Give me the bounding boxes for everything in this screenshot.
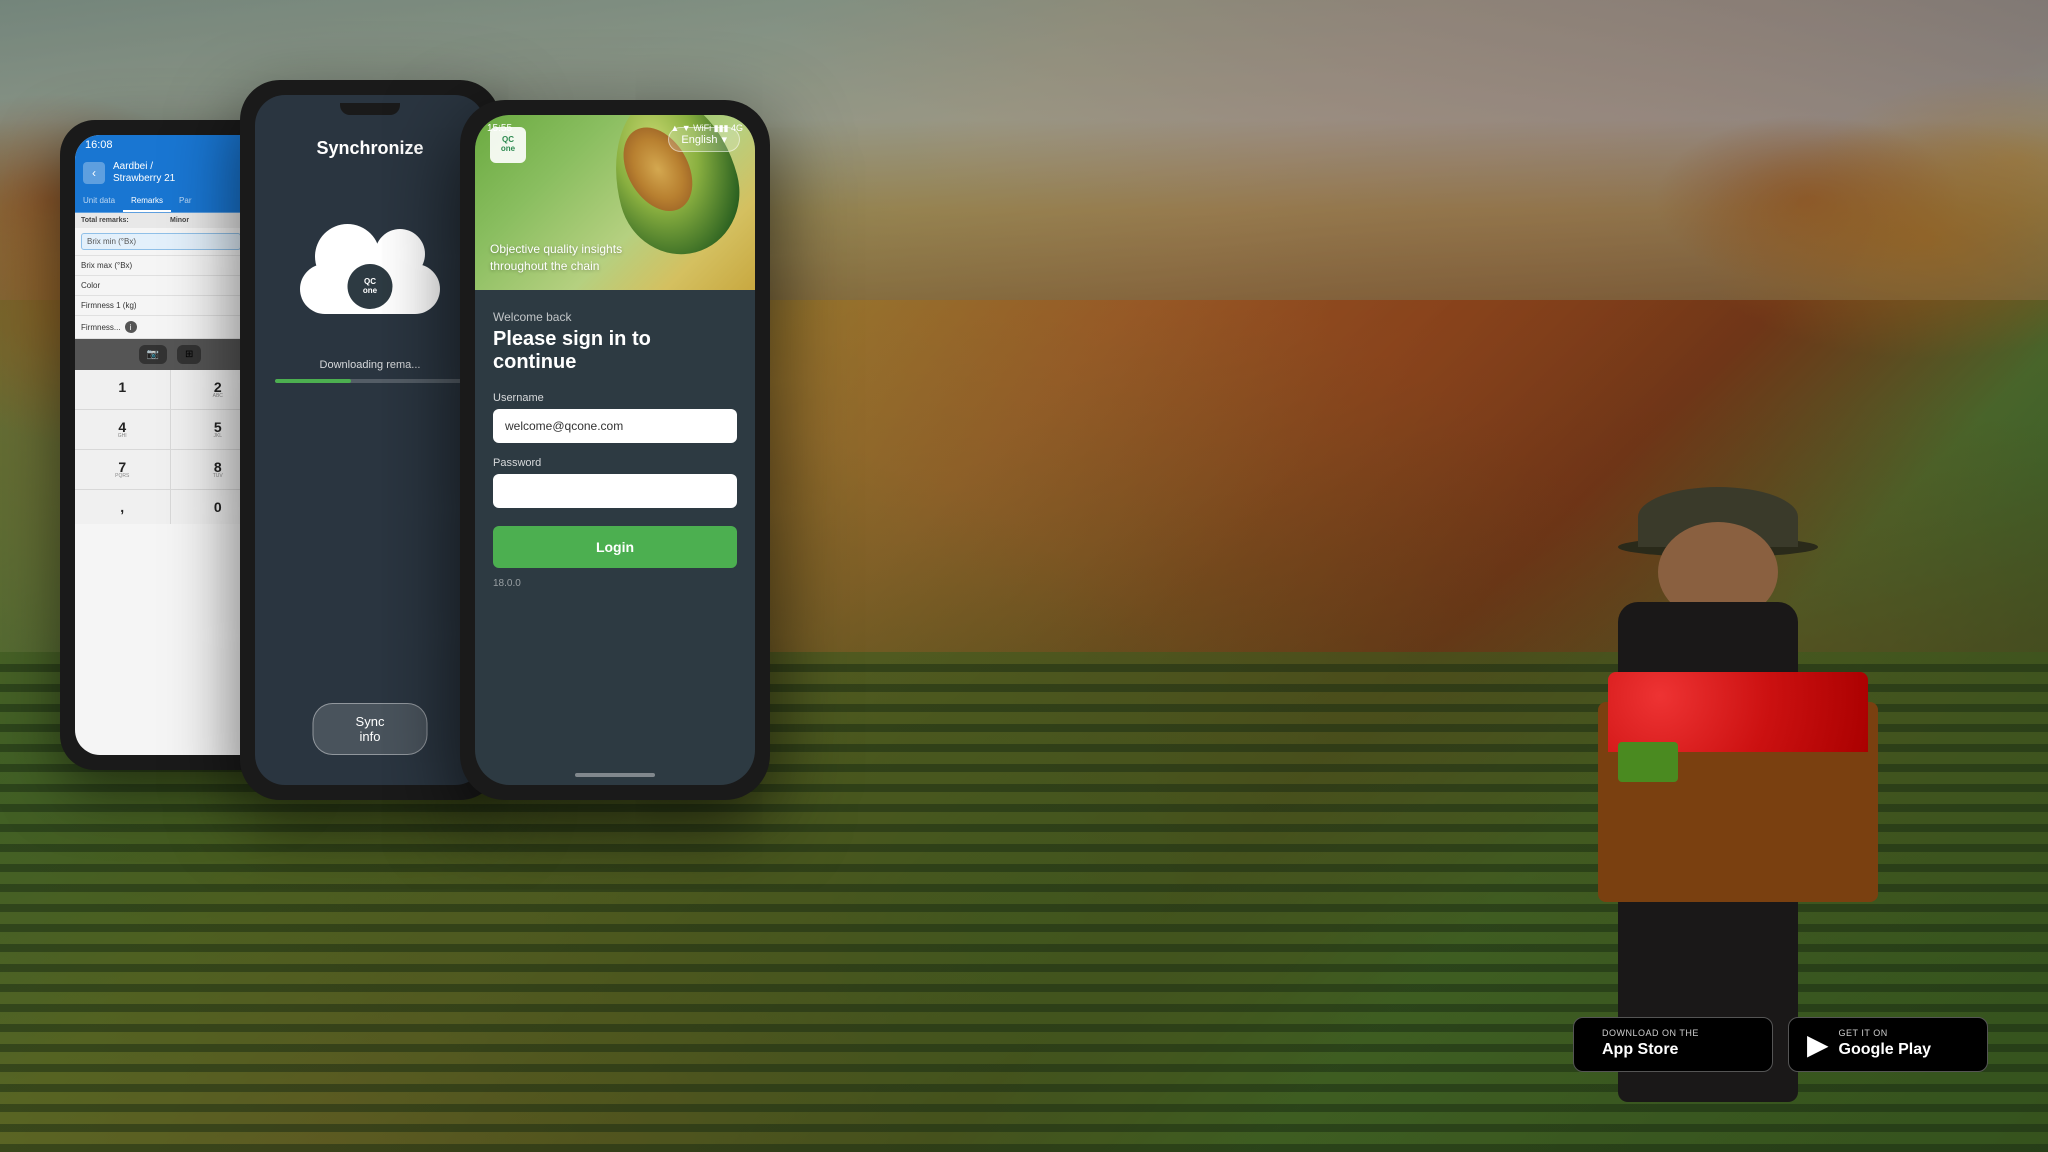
chevron-down-icon: ▾: [721, 133, 727, 146]
row-color: Color: [75, 276, 265, 296]
phone1-nav-bar: ‹ Aardbei / Strawberry 21: [75, 155, 265, 191]
phone1-content: Total remarks: Minor Brix min (°Bx) Brix…: [75, 213, 265, 339]
back-button[interactable]: ‹: [83, 162, 105, 184]
camera-bar: 📷 ⊞: [75, 339, 265, 370]
avocado-banner: 15:55 ▲ ▼ WiFi ▮▮▮ 4G QC one English ▾: [475, 115, 755, 290]
qc-brand: QC one: [490, 127, 526, 163]
app-store-buttons: Download on the App Store ▶ GET IT ON Go…: [1573, 1017, 1988, 1072]
tagline: Objective quality insights throughout th…: [490, 241, 622, 275]
language-button[interactable]: English ▾: [668, 127, 740, 152]
apple-store-main: App Store: [1602, 1040, 1699, 1061]
phone2-screen: Synchronize QC one Downloading rema... S…: [255, 95, 485, 785]
table-header: Total remarks: Minor: [75, 213, 265, 228]
google-play-icon: ▶: [1807, 1028, 1829, 1061]
qc-logo: QC one: [490, 127, 526, 163]
google-play-sub: GET IT ON: [1839, 1028, 1931, 1040]
phone1-tabs: Unit data Remarks Par: [75, 191, 265, 213]
key-comma[interactable]: ,: [75, 490, 170, 524]
tab-par[interactable]: Par: [171, 191, 199, 212]
key-1-number: 1: [85, 380, 160, 394]
key-4-number: 4: [85, 420, 160, 434]
row-brix-min: Brix min (°Bx): [75, 228, 265, 256]
phones-container: 16:08 ‹ Aardbei / Strawberry 21 Unit dat…: [60, 80, 840, 860]
row-brix-max: Brix max (°Bx): [75, 256, 265, 276]
password-label: Password: [493, 457, 737, 469]
language-label: English: [681, 134, 717, 146]
phone1-title: Aardbei / Strawberry 21: [113, 161, 175, 185]
tagline-line2: throughout the chain: [490, 258, 622, 275]
sync-title: Synchronize: [255, 123, 485, 189]
key-1[interactable]: 1: [75, 370, 170, 409]
row-firmness1: Firmness 1 (kg): [75, 296, 265, 316]
phone1-screen: 16:08 ‹ Aardbei / Strawberry 21 Unit dat…: [75, 135, 265, 755]
login-button[interactable]: Login: [493, 526, 737, 568]
apple-app-store-button[interactable]: Download on the App Store: [1573, 1017, 1773, 1072]
progress-fill: [275, 379, 351, 383]
tagline-line1: Objective quality insights: [490, 241, 622, 258]
sync-button[interactable]: Sync info: [313, 703, 428, 755]
info-icon: i: [125, 321, 137, 333]
key-comma-symbol: ,: [85, 500, 160, 514]
firmness2-label: Firmness... i: [81, 319, 259, 335]
notch: [340, 103, 400, 115]
signin-title: Please sign in to continue: [493, 328, 737, 374]
google-play-button[interactable]: ▶ GET IT ON Google Play: [1788, 1017, 1988, 1072]
key-7[interactable]: 7 PQRS: [75, 450, 170, 489]
apple-store-text: Download on the App Store: [1602, 1028, 1699, 1060]
phone3-screen: 15:55 ▲ ▼ WiFi ▮▮▮ 4G QC one English ▾: [475, 115, 755, 785]
cloud-wrapper: QC one: [255, 209, 485, 329]
brix-min-input[interactable]: Brix min (°Bx): [81, 233, 241, 250]
welcome-text: Welcome back: [493, 310, 737, 324]
home-indicator: [575, 773, 655, 777]
tab-remarks[interactable]: Remarks: [123, 191, 171, 212]
camera-icon: 📷: [147, 349, 159, 360]
username-label: Username: [493, 392, 737, 404]
tab-unit-data[interactable]: Unit data: [75, 191, 123, 212]
brix-max-label: Brix max (°Bx): [81, 259, 259, 272]
strawberry-label: [1618, 742, 1678, 782]
cloud-icon: QC one: [300, 224, 440, 314]
qc-logo-line2: one: [501, 145, 515, 154]
strawberry-box: [1598, 702, 1878, 902]
scan-icon: ⊞: [185, 349, 193, 360]
login-area: Welcome back Please sign in to continue …: [475, 290, 755, 609]
strawberry-content: [1608, 672, 1868, 752]
col1-header: Total remarks:: [81, 217, 170, 224]
username-input[interactable]: [493, 409, 737, 443]
farmer-figure: [1528, 452, 1878, 1102]
version-text: 18.0.0: [493, 578, 737, 589]
progress-bar: [275, 379, 465, 383]
back-icon: ‹: [92, 166, 96, 180]
google-play-main: Google Play: [1839, 1040, 1931, 1061]
keypad: 1 2 ABC 4 GHI 5 JKL 7 PQRS: [75, 370, 265, 524]
phone1-title-line2: Strawberry 21: [113, 173, 175, 185]
phone2-status-bar: [255, 95, 485, 123]
row-firmness2: Firmness... i: [75, 316, 265, 339]
apple-store-sub: Download on the: [1602, 1028, 1699, 1040]
phone1-title-line1: Aardbei /: [113, 161, 175, 173]
firmness1-label: Firmness 1 (kg): [81, 299, 259, 312]
key-7-number: 7: [85, 460, 160, 474]
color-label: Color: [81, 279, 259, 292]
phone3-login: 15:55 ▲ ▼ WiFi ▮▮▮ 4G QC one English ▾: [460, 100, 770, 800]
google-play-text: GET IT ON Google Play: [1839, 1028, 1931, 1060]
password-input[interactable]: [493, 474, 737, 508]
phone1-status-bar: 16:08: [75, 135, 265, 155]
camera-button[interactable]: 📷: [139, 345, 167, 364]
downloading-text: Downloading rema...: [255, 339, 485, 379]
key-4[interactable]: 4 GHI: [75, 410, 170, 449]
qc-logo-in-cloud: QC one: [348, 264, 393, 309]
phone1-time: 16:08: [85, 139, 113, 151]
scan-button[interactable]: ⊞: [177, 345, 201, 364]
